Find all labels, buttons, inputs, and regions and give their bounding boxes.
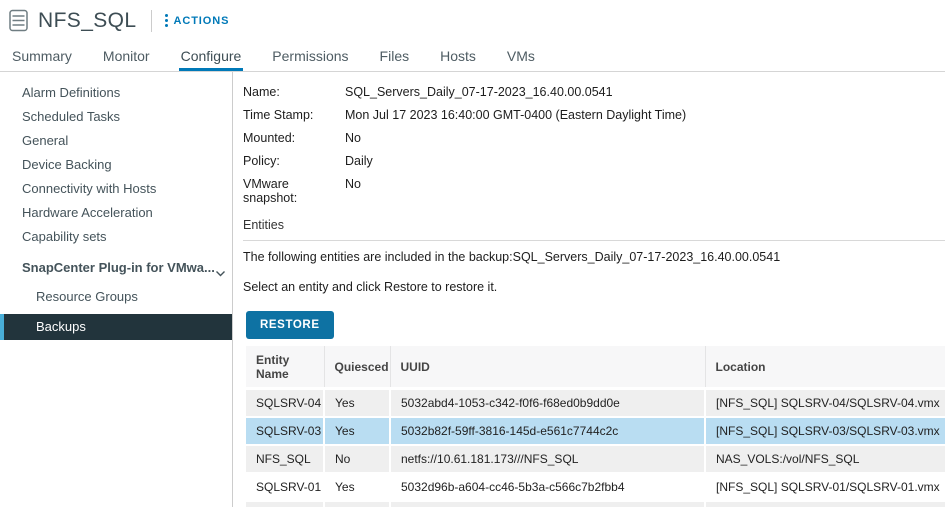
- tab-bar: Summary Monitor Configure Permissions Fi…: [0, 41, 945, 72]
- cell-quiesced[interactable]: Yes: [324, 501, 390, 507]
- entities-description: The following entities are included in t…: [243, 250, 945, 264]
- backup-details: Name: SQL_Servers_Daily_07-17-2023_16.40…: [243, 85, 945, 205]
- cell-location[interactable]: NAS_VOLS:/vol/NFS_SQL: [705, 445, 945, 473]
- cell-location[interactable]: [NFS_SQL] SQLSRV-03/SQLSRV-03.vmx: [705, 417, 945, 445]
- cell-location[interactable]: [NFS_SQL] SQLSRV-01/SQLSRV-01.vmx: [705, 473, 945, 501]
- tab-summary[interactable]: Summary: [10, 41, 74, 71]
- cell-uuid[interactable]: 5032abd4-1053-c342-f0f6-f68ed0b9dd0e: [390, 389, 705, 418]
- title-divider: [151, 10, 152, 32]
- table-row[interactable]: NFS_SQL No netfs://10.61.181.173///NFS_S…: [246, 445, 945, 473]
- restore-button[interactable]: RESTORE: [246, 311, 334, 339]
- detail-value: No: [345, 131, 361, 145]
- detail-row-vmware-snapshot: VMware snapshot: No: [243, 177, 945, 205]
- tab-configure[interactable]: Configure: [179, 41, 244, 71]
- detail-row-policy: Policy: Daily: [243, 154, 945, 168]
- detail-label: VMware snapshot:: [243, 177, 345, 205]
- cell-entity-name[interactable]: NFS_SQL: [246, 445, 324, 473]
- sidebar-item-backups[interactable]: Backups: [0, 314, 232, 340]
- page-title: NFS_SQL: [38, 9, 137, 33]
- tab-vms[interactable]: VMs: [505, 41, 537, 71]
- cell-entity-name[interactable]: SQLSRV-02: [246, 501, 324, 507]
- entities-instruction: Select an entity and click Restore to re…: [243, 280, 945, 294]
- table-row[interactable]: SQLSRV-01 Yes 5032d96b-a604-cc46-5b3a-c5…: [246, 473, 945, 501]
- detail-value: No: [345, 177, 361, 205]
- cell-location[interactable]: [NFS_SQL] SQLSRV-02/SQLSRV-02.vmx: [705, 501, 945, 507]
- cell-quiesced[interactable]: Yes: [324, 389, 390, 418]
- tab-files[interactable]: Files: [378, 41, 412, 71]
- detail-label: Time Stamp:: [243, 108, 345, 122]
- actions-button[interactable]: ACTIONS: [165, 14, 230, 27]
- sidebar-item-hardware-acceleration[interactable]: Hardware Acceleration: [0, 201, 232, 225]
- detail-label: Name:: [243, 85, 345, 99]
- cell-uuid[interactable]: 5032b089-b980-c93d-f397-58e5a720812e: [390, 501, 705, 507]
- detail-row-mounted: Mounted: No: [243, 131, 945, 145]
- cell-location[interactable]: [NFS_SQL] SQLSRV-04/SQLSRV-04.vmx: [705, 389, 945, 418]
- column-header-location[interactable]: Location: [705, 346, 945, 389]
- tab-hosts[interactable]: Hosts: [438, 41, 478, 71]
- sidebar-item-resource-groups[interactable]: Resource Groups: [0, 285, 232, 309]
- cell-uuid[interactable]: 5032b82f-59ff-3816-145d-e561c7744c2c: [390, 417, 705, 445]
- entities-divider: [243, 240, 945, 241]
- entities-table: Entity Name Quiesced UUID Location SQLSR…: [246, 346, 945, 507]
- title-bar: NFS_SQL ACTIONS: [0, 0, 945, 41]
- sidebar-item-general[interactable]: General: [0, 129, 232, 153]
- table-row[interactable]: SQLSRV-03 Yes 5032b82f-59ff-3816-145d-e5…: [246, 417, 945, 445]
- sidebar-item-alarm-definitions[interactable]: Alarm Definitions: [0, 81, 232, 105]
- detail-value: Mon Jul 17 2023 16:40:00 GMT-0400 (Easte…: [345, 108, 686, 122]
- cell-entity-name[interactable]: SQLSRV-01: [246, 473, 324, 501]
- sidebar-item-device-backing[interactable]: Device Backing: [0, 153, 232, 177]
- detail-row-timestamp: Time Stamp: Mon Jul 17 2023 16:40:00 GMT…: [243, 108, 945, 122]
- table-row[interactable]: SQLSRV-04 Yes 5032abd4-1053-c342-f0f6-f6…: [246, 389, 945, 418]
- column-header-uuid[interactable]: UUID: [390, 346, 705, 389]
- detail-label: Mounted:: [243, 131, 345, 145]
- cell-uuid[interactable]: netfs://10.61.181.173///NFS_SQL: [390, 445, 705, 473]
- table-header-row: Entity Name Quiesced UUID Location: [246, 346, 945, 389]
- chevron-down-icon: [215, 263, 226, 274]
- cell-quiesced[interactable]: Yes: [324, 417, 390, 445]
- backup-detail-panel: Name: SQL_Servers_Daily_07-17-2023_16.40…: [233, 72, 945, 507]
- detail-label: Policy:: [243, 154, 345, 168]
- cell-quiesced[interactable]: Yes: [324, 473, 390, 501]
- datastore-icon: [8, 9, 29, 32]
- detail-row-name: Name: SQL_Servers_Daily_07-17-2023_16.40…: [243, 85, 945, 99]
- sidebar-item-scheduled-tasks[interactable]: Scheduled Tasks: [0, 105, 232, 129]
- sidebar-item-connectivity-with-hosts[interactable]: Connectivity with Hosts: [0, 177, 232, 201]
- sidebar-item-capability-sets[interactable]: Capability sets: [0, 225, 232, 249]
- cell-quiesced[interactable]: No: [324, 445, 390, 473]
- table-row[interactable]: SQLSRV-02 Yes 5032b089-b980-c93d-f397-58…: [246, 501, 945, 507]
- snapcenter-group-label: SnapCenter Plug-in for VMwa...: [22, 256, 215, 280]
- cell-entity-name[interactable]: SQLSRV-03: [246, 417, 324, 445]
- entities-heading: Entities: [243, 218, 945, 232]
- actions-label: ACTIONS: [174, 15, 230, 27]
- sidebar-item-snapcenter-plugin[interactable]: SnapCenter Plug-in for VMwa...: [0, 256, 232, 280]
- tab-monitor[interactable]: Monitor: [101, 41, 152, 71]
- column-header-quiesced[interactable]: Quiesced: [324, 346, 390, 389]
- vertical-ellipsis-icon: [165, 14, 168, 27]
- tab-permissions[interactable]: Permissions: [270, 41, 350, 71]
- detail-value: SQL_Servers_Daily_07-17-2023_16.40.00.05…: [345, 85, 613, 99]
- cell-uuid[interactable]: 5032d96b-a604-cc46-5b3a-c566c7b2fbb4: [390, 473, 705, 501]
- column-header-entity-name[interactable]: Entity Name: [246, 346, 324, 389]
- configure-sidebar: Alarm Definitions Scheduled Tasks Genera…: [0, 72, 233, 507]
- cell-entity-name[interactable]: SQLSRV-04: [246, 389, 324, 418]
- detail-value: Daily: [345, 154, 373, 168]
